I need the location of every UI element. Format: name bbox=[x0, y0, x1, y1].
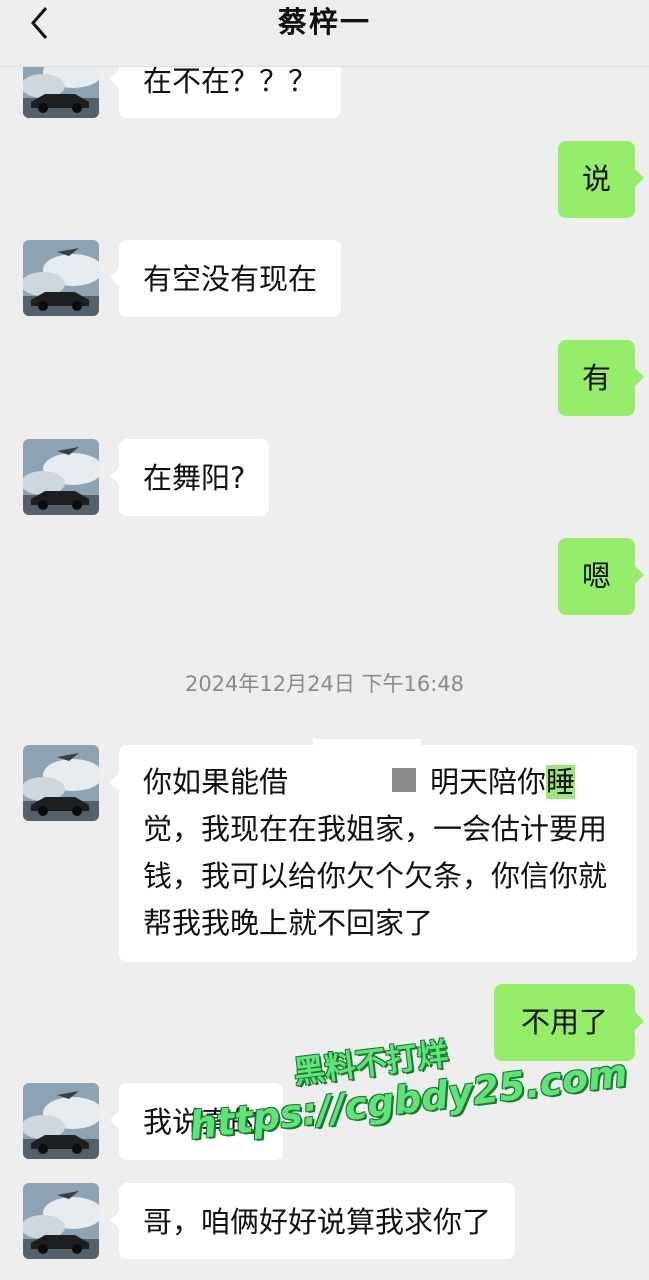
chat-header: 蔡梓一 bbox=[0, 0, 649, 67]
message-text: 有 bbox=[581, 361, 611, 395]
incoming-message-bubble[interactable]: 哥，咱俩好好说算我求你了 bbox=[109, 1183, 516, 1259]
message-text: 在舞阳? bbox=[143, 461, 246, 495]
redaction-mark bbox=[392, 768, 416, 792]
outgoing-message-bubble[interactable]: 说 bbox=[558, 141, 644, 218]
message-timestamp: 2024年12月24日 下午16:48 bbox=[184, 672, 465, 696]
outgoing-message-bubble[interactable]: 不用了 bbox=[494, 984, 644, 1061]
outgoing-message-bubble[interactable]: 有 bbox=[558, 340, 644, 416]
contact-avatar[interactable] bbox=[23, 439, 99, 515]
message-text: 在不在？？？ bbox=[143, 64, 318, 98]
message-text: 嗯 bbox=[581, 559, 611, 593]
message-text: 明天陪你 bbox=[430, 765, 547, 799]
selected-text-highlight: 睡 bbox=[546, 765, 576, 799]
incoming-message-bubble[interactable]: 在舞阳? bbox=[109, 439, 270, 516]
message-text: 我说真的 bbox=[143, 1105, 260, 1139]
watermark-line-1: 黑料不打烊 bbox=[291, 1036, 451, 1091]
contact-avatar[interactable] bbox=[23, 1183, 99, 1259]
message-text: 你如果能借 bbox=[143, 765, 289, 799]
incoming-message-bubble[interactable]: 我说真的 bbox=[109, 1083, 284, 1160]
contact-avatar[interactable] bbox=[23, 1083, 99, 1159]
outgoing-message-bubble[interactable]: 嗯 bbox=[558, 538, 644, 615]
message-text: 哥，咱俩好好说算我求你了 bbox=[143, 1205, 492, 1239]
contact-avatar[interactable] bbox=[23, 240, 99, 316]
message-text: 觉，我现在在我姐家，一会估计要用钱，我可以给你欠个欠条，你信你就帮我我晚上就不回… bbox=[143, 812, 608, 940]
message-text: 说 bbox=[581, 162, 611, 196]
contact-avatar[interactable] bbox=[23, 745, 99, 821]
message-text: 不用了 bbox=[520, 1005, 608, 1039]
contact-name-title: 蔡梓一 bbox=[277, 5, 371, 39]
incoming-message-bubble[interactable]: 有空没有现在 bbox=[109, 240, 342, 317]
message-text: 有空没有现在 bbox=[143, 262, 318, 296]
